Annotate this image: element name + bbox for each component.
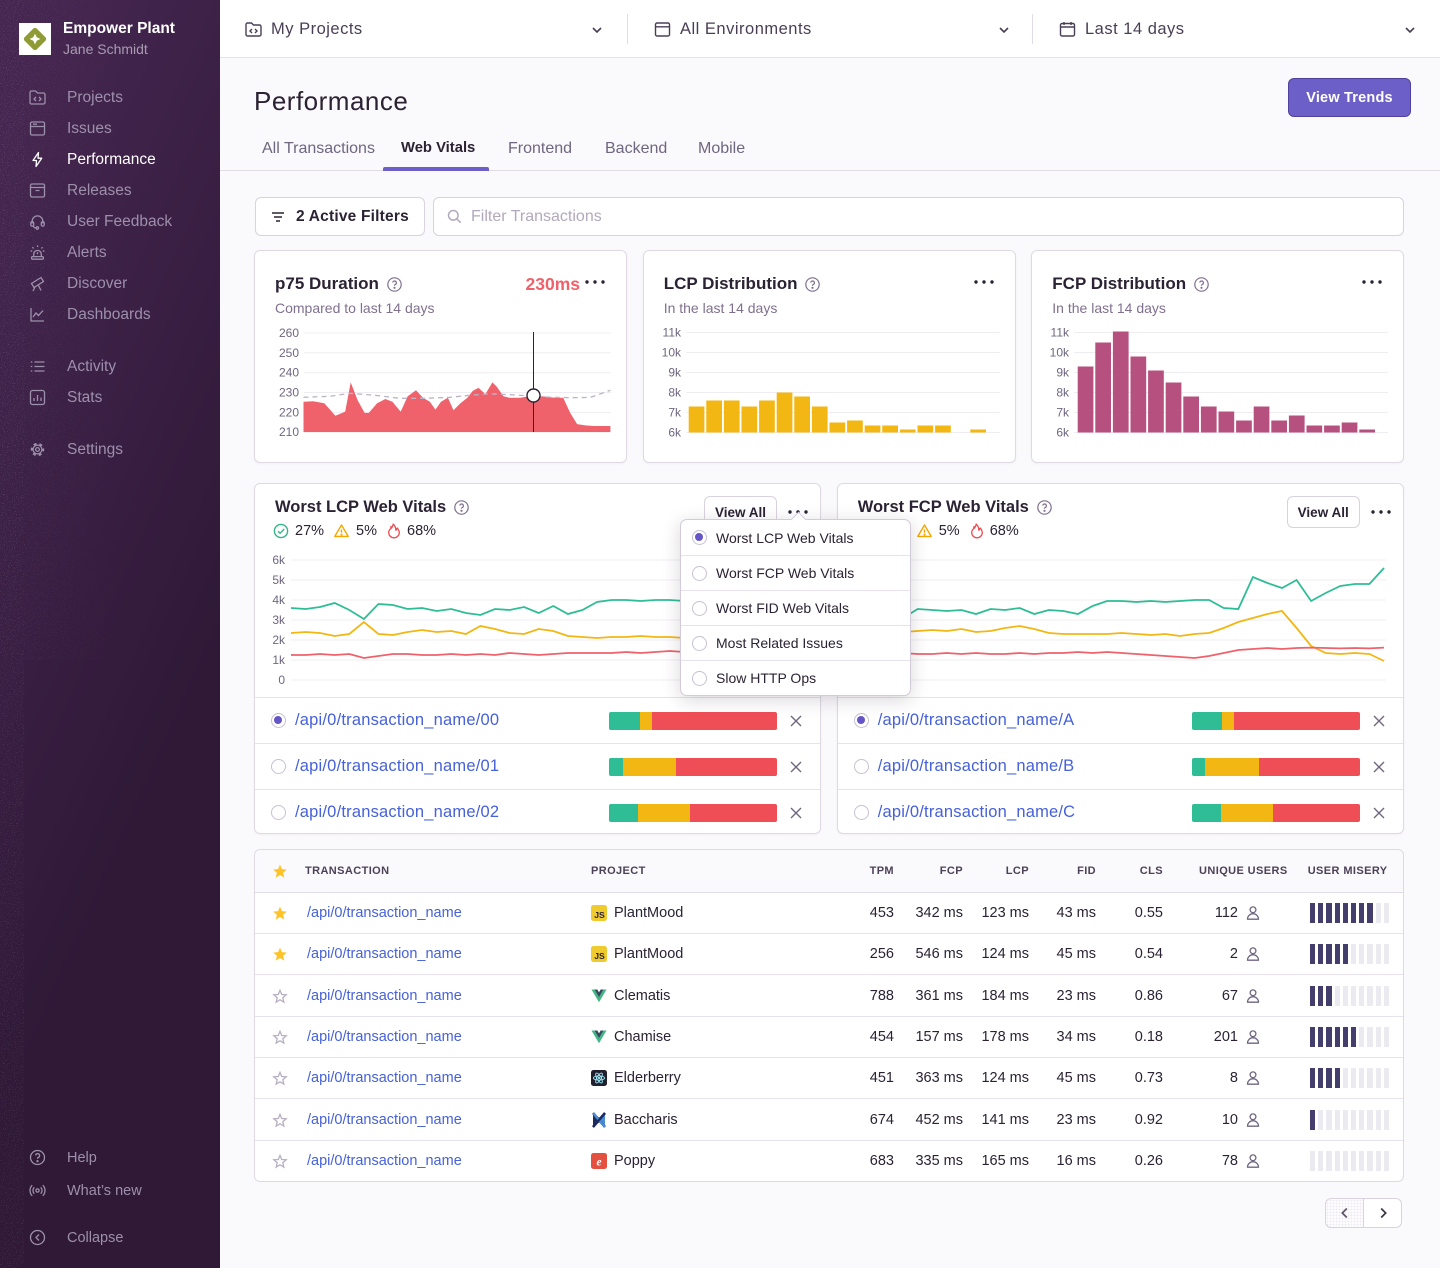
svg-text:e: e [596, 1157, 601, 1169]
svg-text:JS: JS [594, 951, 605, 961]
svg-text:9k: 9k [1057, 366, 1071, 380]
svg-text:220: 220 [279, 405, 299, 419]
svg-text:10k: 10k [1050, 346, 1070, 360]
svg-text:5k: 5k [272, 573, 286, 587]
svg-text:10k: 10k [661, 346, 681, 360]
svg-text:7k: 7k [668, 406, 682, 420]
svg-text:8k: 8k [668, 386, 682, 400]
svg-text:210: 210 [279, 425, 299, 439]
svg-text:250: 250 [279, 346, 299, 360]
svg-text:9k: 9k [668, 366, 682, 380]
svg-text:0: 0 [278, 673, 285, 687]
svg-text:8k: 8k [1057, 386, 1071, 400]
svg-text:4k: 4k [272, 593, 286, 607]
svg-text:11k: 11k [662, 326, 681, 340]
svg-text:7k: 7k [1057, 406, 1071, 420]
svg-text:2k: 2k [272, 633, 286, 647]
svg-text:6k: 6k [668, 426, 682, 440]
svg-text:240: 240 [279, 366, 299, 380]
svg-text:11k: 11k [1051, 326, 1070, 340]
svg-text:230: 230 [279, 386, 299, 400]
svg-text:3k: 3k [272, 613, 286, 627]
svg-text:6k: 6k [272, 553, 286, 567]
svg-text:1k: 1k [272, 653, 286, 667]
svg-text:JS: JS [594, 910, 605, 920]
svg-text:260: 260 [279, 326, 299, 340]
svg-text:6k: 6k [1057, 426, 1071, 440]
